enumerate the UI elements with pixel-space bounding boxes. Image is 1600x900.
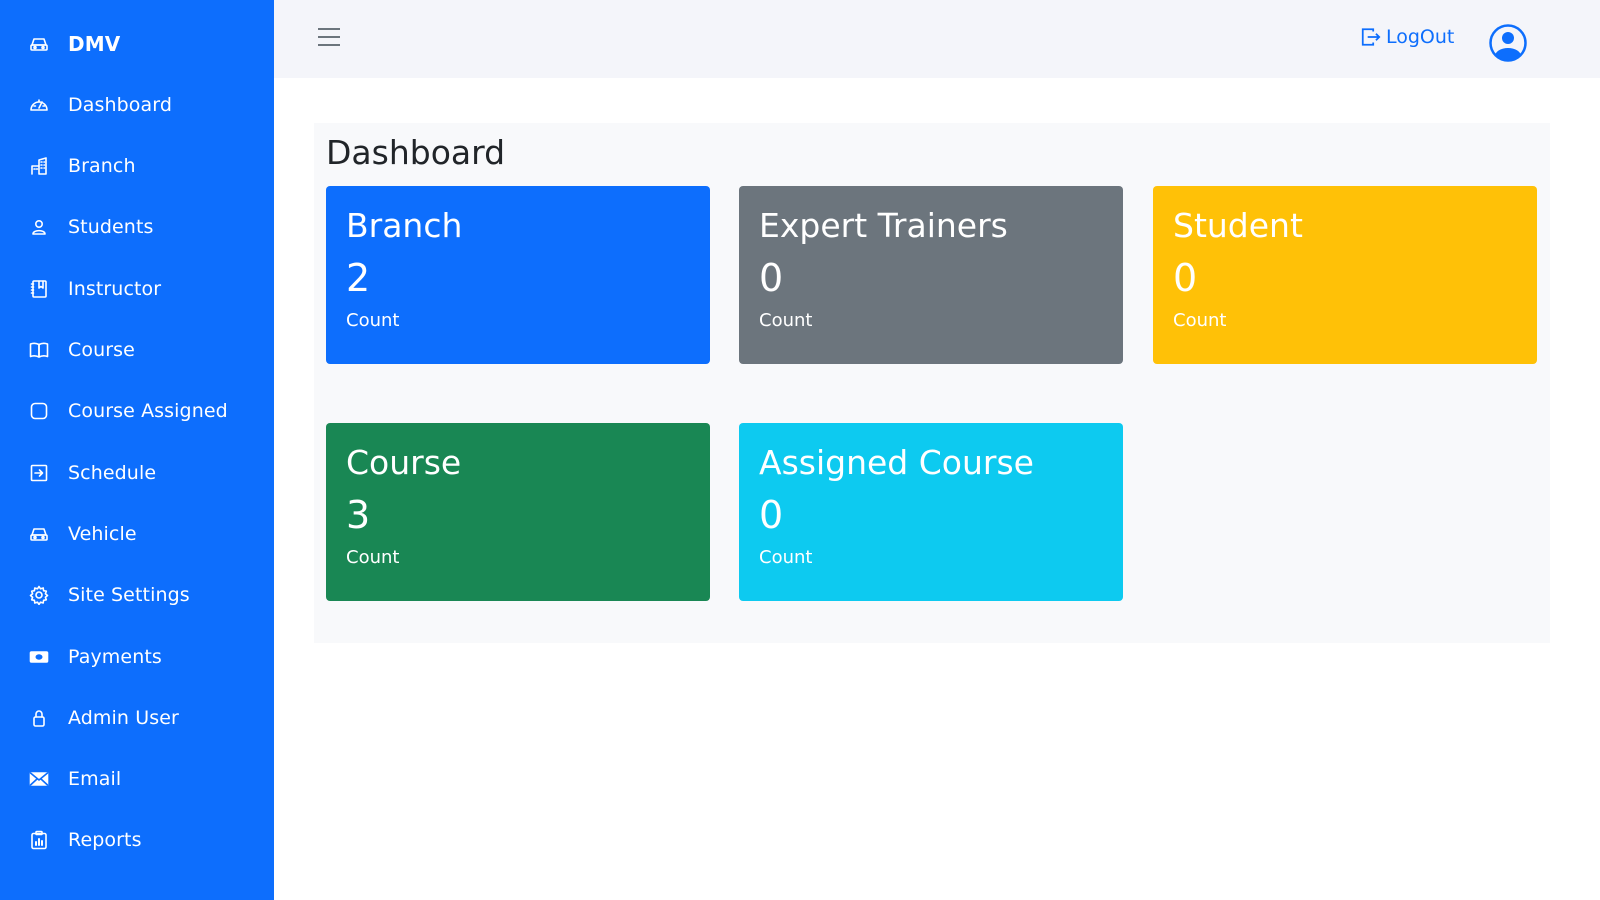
logout-button[interactable]: LogOut [1360, 26, 1454, 48]
car-icon [28, 33, 50, 55]
page-title: Dashboard [326, 133, 506, 172]
book-icon [28, 339, 50, 361]
card-title: Student [1173, 206, 1303, 245]
card-value: 3 [346, 493, 371, 537]
card-subtitle: Count [759, 547, 813, 568]
stat-card-branch[interactable]: Branch 2 Count [326, 186, 710, 364]
square-icon [28, 400, 50, 422]
sidebar-item-label: Instructor [68, 278, 162, 300]
sidebar-brand[interactable]: DMV [28, 29, 120, 59]
gear-icon [28, 584, 50, 606]
stat-card-course[interactable]: Course 3 Count [326, 423, 710, 601]
logout-label: LogOut [1386, 26, 1455, 48]
sidebar-item-label: Course Assigned [68, 400, 228, 422]
card-title: Course [346, 443, 462, 482]
card-value: 2 [346, 256, 371, 300]
sidebar-item-course-assigned[interactable]: Course Assigned [28, 396, 228, 426]
sidebar-item-instructor[interactable]: Instructor [28, 274, 161, 304]
card-title: Expert Trainers [759, 206, 1008, 245]
sidebar-item-admin-user[interactable]: Admin User [28, 703, 179, 733]
sidebar-item-label: Students [68, 216, 154, 238]
card-title: Branch [346, 206, 463, 245]
building-icon [28, 155, 50, 177]
card-subtitle: Count [759, 310, 813, 331]
person-circle-icon [1489, 24, 1527, 62]
sidebar-item-label: Branch [68, 155, 136, 177]
sidebar-item-reports[interactable]: Reports [28, 825, 142, 855]
car-icon [28, 523, 50, 545]
journal-bookmark-icon [28, 278, 50, 300]
envelope-icon [28, 768, 50, 790]
card-value: 0 [759, 493, 784, 537]
sidebar-item-label: Vehicle [68, 523, 137, 545]
sidebar-item-site-settings[interactable]: Site Settings [28, 580, 190, 610]
sidebar-item-label: Reports [68, 829, 142, 851]
clipboard-data-icon [28, 829, 50, 851]
sidebar-item-label: Payments [68, 646, 162, 668]
sidebar-item-course[interactable]: Course [28, 335, 135, 365]
stat-card-student[interactable]: Student 0 Count [1153, 186, 1537, 364]
brand-label: DMV [68, 32, 121, 56]
card-value: 0 [1173, 256, 1198, 300]
sidebar-item-vehicle[interactable]: Vehicle [28, 519, 137, 549]
sidebar-item-students[interactable]: Students [28, 212, 154, 242]
card-subtitle: Count [346, 310, 400, 331]
sidebar-item-label: Email [68, 768, 122, 790]
sidebar-item-payments[interactable]: Payments [28, 642, 162, 672]
person-icon [28, 216, 50, 238]
sidebar-item-label: Course [68, 339, 135, 361]
speedometer-icon [28, 94, 50, 116]
stat-card-assigned-course[interactable]: Assigned Course 0 Count [739, 423, 1123, 601]
sidebar-item-dashboard[interactable]: Dashboard [28, 90, 172, 120]
sidebar-item-label: Site Settings [68, 584, 190, 606]
topbar: LogOut [274, 0, 1600, 78]
card-subtitle: Count [1173, 310, 1227, 331]
stat-card-expert-trainers[interactable]: Expert Trainers 0 Count [739, 186, 1123, 364]
hamburger-icon[interactable] [318, 28, 340, 48]
sidebar-item-branch[interactable]: Branch [28, 151, 136, 181]
sidebar-item-label: Schedule [68, 462, 157, 484]
box-arrow-right-icon [1361, 28, 1381, 46]
sidebar: DMV Dashboard Branch Students Instructor… [0, 0, 274, 900]
sidebar-item-label: Dashboard [68, 94, 172, 116]
dashboard-panel: Dashboard Branch 2 Count Expert Trainers… [314, 123, 1550, 643]
lock-icon [28, 707, 50, 729]
card-title: Assigned Course [759, 443, 1034, 482]
box-arrow-in-right-icon [28, 462, 50, 484]
sidebar-item-label: Admin User [68, 707, 179, 729]
avatar[interactable] [1488, 23, 1528, 63]
card-subtitle: Count [346, 547, 400, 568]
sidebar-item-email[interactable]: Email [28, 764, 121, 794]
sidebar-item-schedule[interactable]: Schedule [28, 458, 156, 488]
card-value: 0 [759, 256, 784, 300]
cash-icon [28, 646, 50, 668]
